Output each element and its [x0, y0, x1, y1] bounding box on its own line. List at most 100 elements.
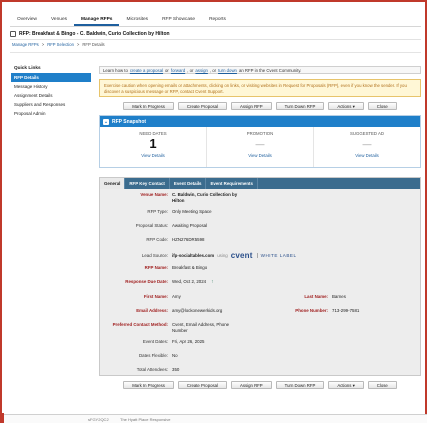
- snapshot-value: 1: [149, 136, 157, 151]
- turn-down-link[interactable]: turn down: [218, 68, 237, 73]
- close-button[interactable]: Close: [367, 102, 397, 110]
- due-date-flag-icon: ↑: [211, 279, 214, 285]
- actions-dropdown-button[interactable]: Actions ▾: [328, 381, 364, 389]
- tab-reports[interactable]: Reports: [202, 13, 233, 26]
- action-toolbar-bottom: Mark In Progress Create Proposal Assign …: [99, 381, 421, 390]
- view-details-link[interactable]: View Details: [207, 153, 313, 158]
- frame-edge: [0, 413, 4, 423]
- last-name-label: Last Name:: [304, 294, 328, 299]
- create-proposal-link[interactable]: create a proposal: [130, 68, 163, 73]
- actions-label: Actions: [337, 383, 352, 388]
- first-name-value: Amy: [172, 294, 181, 299]
- divider: [10, 52, 421, 53]
- tab-manage-rfps[interactable]: Manage RFPs: [74, 13, 120, 26]
- mark-in-progress-button[interactable]: Mark In Progress: [123, 102, 174, 110]
- rfp-name-label: RFP Name:: [144, 265, 168, 270]
- background-list-fragment: sFGY2QC2 The Hyatt Place Responsive: [0, 414, 427, 423]
- sidebar-item-rfp-details[interactable]: RFP Details: [11, 73, 91, 82]
- tab-rfp-showcase[interactable]: RFP Showcase: [155, 13, 202, 26]
- snapshot-suggested-ad: SUGGESTED AD — View Details: [314, 127, 420, 167]
- create-proposal-button[interactable]: Create Proposal: [177, 102, 227, 110]
- total-attendees-label: Total Attendees:: [136, 367, 168, 372]
- rfp-icon: [10, 31, 16, 37]
- list-fragment-name: The Hyatt Place Responsive: [120, 417, 171, 422]
- detail-tabs: General RFP Key Contact Event Details Ev…: [100, 178, 420, 189]
- forward-link[interactable]: forward: [171, 68, 185, 73]
- create-proposal-button[interactable]: Create Proposal: [177, 381, 227, 389]
- chevron-down-icon[interactable]: ⌄: [103, 118, 109, 125]
- tab-venues[interactable]: Venues: [44, 13, 74, 26]
- main-content: Learn how to create a proposal or forwar…: [99, 66, 421, 390]
- cvent-logo: cvent: [230, 251, 253, 260]
- top-navigation: Overview Venues Manage RFPs Microsites R…: [10, 13, 421, 27]
- email-value: amy@lockonewerkids.org: [172, 308, 223, 313]
- snapshot-label: SUGGESTED AD: [350, 131, 384, 136]
- assign-rfp-button[interactable]: Assign RFP: [230, 381, 272, 389]
- venue-name-value-cont: Hilton: [172, 198, 185, 203]
- rfp-code-value: HZN276DR5598: [172, 237, 205, 242]
- first-name-label: First Name:: [143, 294, 168, 299]
- close-button[interactable]: Close: [367, 381, 397, 389]
- actions-dropdown-button[interactable]: Actions ▾: [328, 102, 364, 110]
- list-fragment-code: sFGY2QC2: [88, 417, 109, 422]
- rfp-detail-panel: General RFP Key Contact Event Details Ev…: [99, 177, 421, 376]
- snapshot-header[interactable]: ⌄ RFP Snapshot: [100, 116, 420, 127]
- help-info-bar: Learn how to create a proposal or forwar…: [99, 66, 421, 74]
- turn-down-rfp-button[interactable]: Turn Down RFP: [275, 381, 325, 389]
- due-date-label: Response Due Date:: [125, 279, 168, 284]
- assign-link[interactable]: assign: [195, 68, 207, 73]
- venue-name-value: C. Baldwin, Curio Collection by: [172, 192, 238, 197]
- snapshot-title: RFP Snapshot: [112, 118, 147, 125]
- view-details-link[interactable]: View Details: [314, 153, 420, 158]
- dates-flexible-label: Dates Flexible:: [138, 353, 168, 358]
- sidebar-item-assignment-details[interactable]: Assignment Details: [11, 91, 91, 100]
- breadcrumb-separator: >: [41, 42, 45, 47]
- view-details-link[interactable]: View Details: [100, 153, 206, 158]
- breadcrumb-rfp-selection[interactable]: RFP Selection: [47, 42, 74, 47]
- tab-rfp-key-contact[interactable]: RFP Key Contact: [125, 178, 170, 189]
- assign-rfp-button[interactable]: Assign RFP: [230, 102, 272, 110]
- tab-event-requirements[interactable]: Event Requirements: [206, 178, 258, 189]
- snapshot-need-dates: NEED DATES 1 View Details: [100, 127, 207, 167]
- info-text: or: [165, 67, 169, 73]
- mark-in-progress-button[interactable]: Mark In Progress: [123, 381, 174, 389]
- tab-event-details[interactable]: Event Details: [170, 178, 207, 189]
- info-text: , or: [209, 67, 217, 73]
- turn-down-rfp-button[interactable]: Turn Down RFP: [275, 102, 325, 110]
- event-dates-label: Event Dates:: [142, 339, 168, 344]
- tab-overview[interactable]: Overview: [10, 13, 44, 26]
- proposal-status-label: Proposal Status:: [135, 223, 168, 228]
- snapshot-value: —: [255, 139, 265, 149]
- breadcrumb-manage-rfps[interactable]: Manage RFPs: [12, 42, 39, 47]
- info-text: Learn how to: [103, 67, 128, 73]
- chevron-down-icon: ▾: [352, 104, 355, 109]
- security-warning: Exercise caution when opening emails or …: [99, 79, 421, 97]
- lead-source-value: ifp-socialtables.com: [172, 253, 215, 258]
- venue-name-label: Venue Name:: [140, 192, 168, 197]
- page-title-bar: RFP: Breakfast & Bingo - C. Baldwin, Cur…: [10, 29, 421, 40]
- chevron-down-icon: ▾: [352, 383, 355, 388]
- rfp-type-label: RFP Type:: [147, 209, 168, 214]
- info-text: , or: [187, 67, 194, 73]
- sidebar-item-suppliers-responses[interactable]: Suppliers and Responses: [11, 100, 91, 109]
- lead-source-label: Lead Source:: [141, 253, 168, 258]
- contact-method-label: Preferred Contact Method:: [112, 322, 168, 327]
- proposal-status-value: Awaiting Proposal: [172, 223, 208, 228]
- sidebar-item-message-history[interactable]: Message History: [11, 82, 91, 91]
- tab-microsites[interactable]: Microsites: [119, 13, 155, 26]
- action-toolbar-top: Mark In Progress Create Proposal Assign …: [99, 102, 421, 111]
- actions-label: Actions: [337, 104, 352, 109]
- general-details: Venue Name: C. Baldwin, Curio Collection…: [100, 189, 420, 375]
- white-label-text: WHITE LABEL: [256, 253, 297, 258]
- rfp-type-value: Only Meeting Space: [172, 209, 212, 214]
- sidebar: Quick Links RFP Details Message History …: [11, 62, 91, 118]
- phone-value: 713-299-7581: [332, 308, 360, 313]
- rfp-snapshot-panel: ⌄ RFP Snapshot NEED DATES 1 View Details…: [99, 115, 421, 168]
- last-name-value: Barnes: [332, 294, 346, 299]
- sidebar-item-proposal-admin[interactable]: Proposal Admin: [11, 109, 91, 118]
- breadcrumb-separator: >: [76, 42, 80, 47]
- tab-general[interactable]: General: [100, 178, 126, 189]
- event-dates-value: Fri, Apr 26, 2025: [172, 339, 205, 344]
- info-text: an RFP in the Cvent Community.: [238, 67, 302, 73]
- snapshot-promotion: PROMOTION — View Details: [207, 127, 314, 167]
